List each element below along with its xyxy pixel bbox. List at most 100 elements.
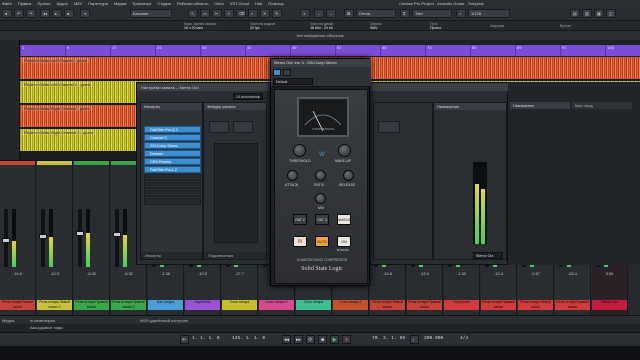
mix-knob[interactable] [315,193,326,204]
insert-slot[interactable]: FabFilter Pro-Q 3 [144,126,201,133]
channel-name[interactable]: Ритм гитара Левый канал [0,300,35,310]
rat2-button[interactable]: RAT 2 [293,214,307,225]
glue-tool-button[interactable]: ⊃ [224,9,234,18]
status-sampler[interactable]: ю семплером [30,318,55,323]
rat4-button[interactable]: RAT 4 [315,214,329,225]
channel-name[interactable]: Бас гитара [148,300,183,310]
insert-slot[interactable]: Channel S [144,134,201,141]
threshold-knob[interactable] [293,144,306,157]
tab-chord-pads[interactable]: Аккордовые пэды [30,325,63,330]
channel-name[interactable]: Ритм гитара Правый канал [481,300,516,310]
time-signature-display[interactable]: 4/4 [460,336,468,341]
record-button[interactable]: ● [342,335,351,344]
channel-name[interactable]: Ритм гитара Левый канал [370,300,405,310]
automation-mode-select[interactable]: Касание [130,9,172,18]
channel-name[interactable]: Ритм гитара Левый канал [518,300,553,310]
quantize-icon[interactable]: ♪ [456,9,466,18]
power-icon[interactable] [273,69,281,76]
volume-fader[interactable] [76,209,84,267]
mixer-channel[interactable]: -10.0 Ритм гитара Левый канал [0,161,36,316]
channel-name[interactable]: Stereo Out [592,300,627,310]
menu-item-file[interactable]: Файл [2,1,12,6]
volume-value[interactable]: -1.36 [148,272,183,276]
right-arrow-icon[interactable]: → [326,9,336,18]
volume-value[interactable]: -23.4 [555,272,590,276]
transport-rewind-button[interactable]: ◂◂ [40,9,50,18]
timeline-ruler[interactable]: 1 9 17 25 33 41 49 57 65 73 81 89 97 105 [20,45,640,56]
strip-header[interactable]: Фейдер канала [204,103,266,110]
undo-button[interactable]: ↶ [14,9,24,18]
fader-handle[interactable] [113,232,121,237]
right-locator-value[interactable]: 145. 1. 1. 0 [232,336,265,341]
inserts-header[interactable]: Инсерты [141,103,202,110]
layout-bottom-button[interactable]: ▥ [582,9,592,18]
quantize-label-select[interactable]: Такт [412,9,452,18]
eq-curve-slot[interactable] [378,121,400,133]
tempo-display[interactable]: 200.000 [424,336,443,341]
release-knob[interactable] [343,170,354,181]
left-locator-value[interactable]: 1. 1. 1. 0 [192,336,220,341]
layout-right-button[interactable]: ▦ [594,9,604,18]
volume-value[interactable]: -10.5 [185,272,220,276]
volume-fader[interactable] [39,209,47,267]
volume-value[interactable]: -10.0 [0,272,35,276]
layout-left-button[interactable]: ▤ [570,9,580,18]
makeup-button[interactable]: MAKEUP [337,214,351,225]
volume-fader[interactable] [113,209,121,267]
draw-tool-button[interactable]: ✎ [272,9,282,18]
range-tool-button[interactable]: ▭ [200,9,210,18]
volume-value[interactable]: 0.00 [592,272,627,276]
channel-name[interactable]: Ритм гитара Правый канал [407,300,442,310]
menu-item-workspace[interactable]: Рабочая область [177,1,209,6]
volume-value[interactable]: -12.4 [407,272,442,276]
fader-handle[interactable] [39,234,47,239]
insert-slot[interactable]: Deesser [144,150,201,157]
volume-value[interactable]: -6.32 [111,272,146,276]
erase-tool-button[interactable]: ⌫ [236,9,246,18]
volume-value[interactable]: -10.3 [37,272,72,276]
channel-name[interactable]: Соло гитара 2 [333,300,368,310]
insert-slot-empty[interactable] [144,174,201,181]
speaker-icon[interactable]: ◖ [300,9,310,18]
menu-item-edit[interactable]: Правка [18,1,32,6]
snap-type-icon[interactable]: ⌗ [400,9,410,18]
bypass-icon[interactable] [283,69,291,76]
plugin-window-title[interactable]: Stereo Out: Ins. 4 - SSLComp Stereo [271,59,371,67]
strip-footer[interactable]: Подключения [204,252,266,259]
volume-value[interactable]: -12.4 [481,272,516,276]
menu-item-help[interactable]: Помощь [268,1,283,6]
insert-slot-empty[interactable] [144,182,201,189]
eq-curve-slot[interactable] [233,121,253,133]
menu-item-window[interactable]: Окно [214,1,223,6]
channel-fader-area[interactable] [214,143,258,243]
menu-item-audio[interactable]: Аудио [57,1,68,6]
makeup-knob[interactable] [338,144,351,157]
inserts-footer[interactable]: Инсерты [141,252,202,259]
zoom-tool-button[interactable]: ⌕ [248,9,258,18]
menu-item-studio[interactable]: Студия [157,1,170,6]
volume-value[interactable]: -0.67 [518,272,553,276]
auto-button[interactable]: AUTO [315,236,329,247]
grid-mode-select[interactable]: Сетка [356,9,396,18]
stop-button[interactable]: ■ [318,335,327,344]
volume-value[interactable]: -27.7 [222,272,257,276]
attack-knob[interactable] [287,170,298,181]
tab-input-monitor[interactable]: Мон. вход [572,102,632,109]
channel-name[interactable]: Ритм гитара Правый канал [74,300,109,310]
menu-item-vst-cloud[interactable]: VST Cloud [230,1,249,6]
menu-item-media[interactable]: Медиа [114,1,126,6]
volume-fader[interactable] [2,209,10,267]
menu-item-score[interactable]: Партитура [88,1,108,6]
record-tool-button[interactable]: ● [64,9,74,18]
layout-toggle-button[interactable]: ◫ [606,9,616,18]
eq-curve-slot[interactable] [209,121,229,133]
channel-name[interactable]: Ритм гитара Правый канал 2 [111,300,146,310]
channel-name[interactable]: Перкуссия [444,300,479,310]
insert-slot[interactable]: SSLComp Stereo [144,142,201,149]
channel-name[interactable]: Соло гитара [222,300,257,310]
menu-item-hub[interactable]: Hub [255,1,262,6]
fader-handle[interactable] [76,231,84,236]
status-midi-remote[interactable]: MIDI удалённый контроль [140,318,188,323]
position-display[interactable]: 70. 3. 1. 98 [372,336,405,341]
channel-name[interactable]: Соло гитара [296,300,331,310]
